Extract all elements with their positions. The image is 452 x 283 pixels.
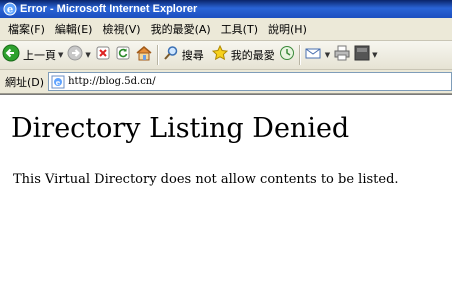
mail-icon — [305, 45, 323, 65]
forward-arrow-icon — [67, 45, 83, 65]
search-button[interactable]: 搜尋 — [161, 43, 206, 67]
back-arrow-icon — [2, 44, 20, 66]
page-content: Directory Listing Denied This Virtual Di… — [0, 94, 452, 283]
chevron-down-icon[interactable]: ▼ — [372, 51, 377, 59]
home-button[interactable] — [133, 43, 155, 67]
error-message: This Virtual Directory does not allow co… — [13, 172, 399, 187]
favorites-label: 我的最愛 — [230, 49, 275, 62]
stop-icon — [95, 45, 111, 65]
print-button[interactable] — [332, 43, 352, 67]
history-icon — [279, 45, 295, 65]
address-url: http://blog.5d.cn/ — [68, 76, 156, 87]
search-label: 搜尋 — [181, 49, 204, 62]
menu-view[interactable]: 檢視(V) — [97, 21, 145, 37]
page-icon: e — [51, 75, 65, 89]
search-icon — [163, 45, 179, 65]
forward-button[interactable]: ▼ — [65, 43, 92, 67]
favorites-button[interactable]: 我的最愛 — [210, 43, 277, 67]
svg-text:e: e — [7, 5, 13, 16]
edit-button[interactable]: ▼ — [352, 43, 379, 67]
print-icon — [334, 45, 350, 65]
menu-help[interactable]: 說明(H) — [263, 21, 312, 37]
stop-button[interactable] — [93, 43, 113, 67]
menu-file[interactable]: 檔案(F) — [3, 21, 50, 37]
ie-logo-icon: e — [3, 2, 17, 16]
address-bar: 網址(D) e http://blog.5d.cn/ — [0, 70, 452, 94]
history-button[interactable] — [277, 43, 297, 67]
page-heading: Directory Listing Denied — [11, 113, 350, 144]
address-input[interactable]: e http://blog.5d.cn/ — [48, 72, 452, 91]
window-title: Error - Microsoft Internet Explorer — [20, 3, 198, 15]
chevron-down-icon[interactable]: ▼ — [58, 51, 63, 59]
toolbar-separator — [298, 45, 301, 65]
refresh-button[interactable] — [113, 43, 133, 67]
chevron-down-icon[interactable]: ▼ — [325, 51, 330, 59]
refresh-icon — [115, 45, 131, 65]
menu-edit[interactable]: 編輯(E) — [50, 21, 98, 37]
back-button[interactable]: 上一頁 ▼ — [0, 43, 65, 67]
back-label: 上一頁 — [23, 49, 56, 62]
title-bar: e Error - Microsoft Internet Explorer — [0, 0, 452, 18]
menu-bar: 檔案(F) 編輯(E) 檢視(V) 我的最愛(A) 工具(T) 說明(H) — [0, 18, 452, 41]
toolbar-separator — [156, 45, 159, 65]
mail-button[interactable]: ▼ — [303, 43, 332, 67]
address-label: 網址(D) — [5, 75, 45, 89]
menu-favorites[interactable]: 我的最愛(A) — [146, 21, 216, 37]
favorites-star-icon — [211, 44, 228, 65]
svg-text:e: e — [56, 77, 61, 86]
chevron-down-icon[interactable]: ▼ — [85, 51, 90, 59]
menu-tools[interactable]: 工具(T) — [216, 21, 263, 37]
edit-icon — [354, 45, 370, 65]
home-icon — [135, 45, 153, 65]
standard-toolbar: 上一頁 ▼ ▼ 搜尋 我的最愛 ▼ ▼ — [0, 41, 452, 70]
